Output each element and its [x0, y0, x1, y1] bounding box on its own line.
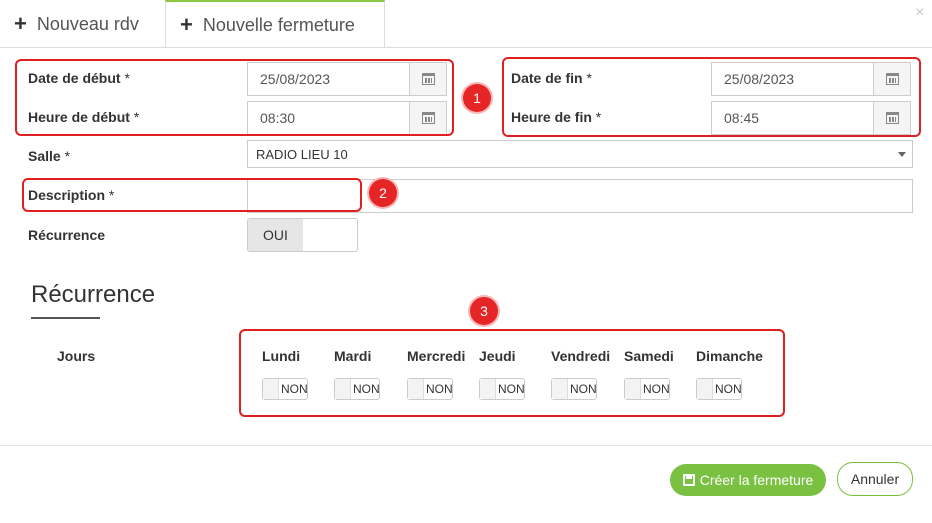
tab-nouveau-rdv[interactable]: + Nouveau rdv [14, 0, 164, 48]
annotation-box-3 [239, 329, 785, 417]
plus-icon: + [180, 12, 193, 37]
annotation-badge-1: 1 [463, 84, 491, 112]
create-button-label: Créer la fermeture [699, 472, 814, 488]
annotation-badge-2: 2 [369, 179, 397, 207]
tab-label: Nouvelle fermeture [202, 14, 355, 35]
toggle-on-label: OUI [248, 219, 303, 251]
tab-nouvelle-fermeture[interactable]: + Nouvelle fermeture [165, 0, 385, 48]
chevron-down-icon [898, 152, 906, 157]
section-underline [31, 317, 100, 319]
create-fermeture-button[interactable]: Créer la fermeture [670, 464, 826, 496]
jours-label: Jours [57, 348, 96, 364]
salle-label: Salle * [28, 148, 71, 164]
recurrence-label: Récurrence [28, 227, 106, 243]
close-icon[interactable]: × [915, 4, 924, 22]
tab-label: Nouveau rdv [36, 13, 139, 34]
salle-select[interactable]: RADIO LIEU 10 [247, 140, 913, 168]
annotation-box-1b [502, 57, 921, 137]
save-icon [682, 474, 695, 486]
cancel-button[interactable]: Annuler [837, 462, 913, 496]
recurrence-section-title: Récurrence [31, 281, 156, 308]
annotation-box-2 [22, 178, 362, 212]
footer-divider [0, 445, 932, 446]
recurrence-toggle[interactable]: OUI [247, 218, 358, 252]
annotation-box-1 [15, 59, 454, 136]
plus-icon: + [14, 11, 27, 36]
annotation-badge-3: 3 [470, 297, 498, 325]
tab-divider [0, 47, 932, 48]
